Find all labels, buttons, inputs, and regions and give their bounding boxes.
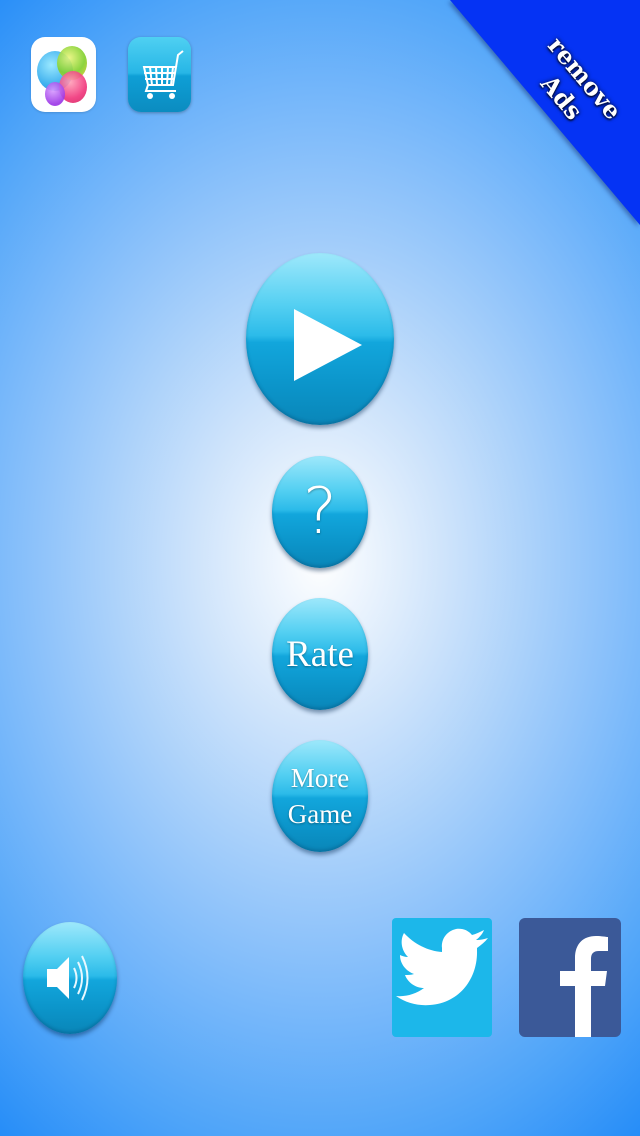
twitter-button[interactable]	[392, 918, 492, 1037]
game-center-button[interactable]	[31, 37, 96, 112]
rate-button[interactable]: Rate	[272, 598, 368, 710]
game-center-ball-purple	[45, 82, 65, 106]
more-games-button[interactable]: More Game	[272, 740, 368, 852]
facebook-button[interactable]	[519, 918, 621, 1037]
play-icon	[294, 309, 362, 381]
shopping-cart-icon	[142, 50, 184, 99]
help-label: ?	[303, 475, 337, 549]
sound-toggle-button[interactable]	[23, 922, 117, 1034]
rate-label: Rate	[286, 633, 354, 675]
twitter-bird-icon	[396, 928, 488, 1006]
facebook-f-icon	[560, 936, 608, 1037]
play-button[interactable]	[246, 253, 394, 425]
speaker-icon	[47, 955, 89, 1001]
store-button[interactable]	[128, 37, 191, 112]
more-games-line2: Game	[287, 799, 353, 829]
more-games-label: More Game	[288, 760, 352, 832]
more-games-line1: More	[290, 763, 350, 793]
help-button[interactable]: ?	[272, 456, 368, 568]
